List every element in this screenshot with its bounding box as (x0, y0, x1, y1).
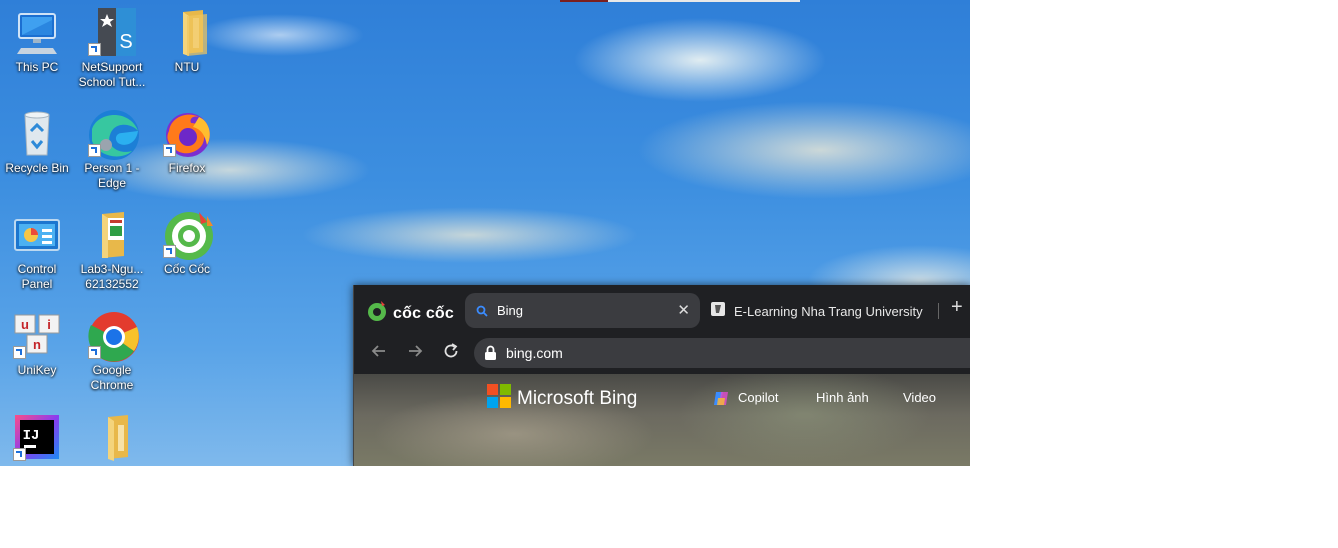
firefox-icon (163, 109, 211, 157)
svg-text:u: u (21, 317, 29, 332)
nav-copilot[interactable]: Copilot (738, 390, 778, 405)
desktop-icon-unikey[interactable]: u i n UniKey (1, 311, 73, 378)
search-icon (476, 304, 488, 322)
copilot-icon (713, 390, 730, 412)
recycle-bin-icon (13, 109, 61, 157)
desktop-icon-lab3[interactable]: Lab3-Ngu... 62132552 (76, 210, 148, 292)
coccoc-browser-window: cốc cốc Bing ✕ E-Learning Nha Trang Univ… (353, 285, 970, 466)
desktop-icon-coccoc[interactable]: Cốc Cốc (151, 210, 223, 277)
desktop-icon-label: UniKey (17, 363, 57, 377)
svg-text:i: i (47, 317, 51, 332)
desktop-icon-firefox[interactable]: Firefox (151, 109, 223, 176)
browser-brand[interactable]: cốc cốc (366, 300, 454, 327)
this-pc-icon (13, 8, 61, 56)
desktop-icon-label: Recycle Bin (5, 161, 69, 175)
shortcut-arrow-icon (13, 448, 26, 461)
microsoft-logo-icon (487, 384, 511, 413)
desktop-icon-edge[interactable]: Person 1 - Edge (76, 109, 148, 191)
coccoc-icon (163, 210, 213, 260)
desktop-icon-label: NetSupport School Tut... (78, 60, 146, 89)
address-bar[interactable]: bing.com (474, 338, 970, 368)
intellij-icon: IJ (13, 413, 61, 461)
tab-title: Bing (497, 303, 524, 318)
brand-wordmark: cốc cốc (393, 304, 454, 322)
shortcut-arrow-icon (88, 43, 101, 56)
svg-text:S: S (119, 31, 132, 53)
navigation-toolbar: bing.com (354, 333, 970, 373)
desktop-icon-folder[interactable] (76, 413, 148, 465)
unikey-icon: u i n (13, 311, 61, 359)
new-tab-button[interactable]: + (951, 296, 963, 319)
desktop-icon-label: Firefox (168, 161, 206, 175)
svg-text:IJ: IJ (23, 428, 40, 444)
netsupport-icon: S (88, 8, 136, 56)
desktop-icon-label: Person 1 - Edge (84, 161, 140, 190)
shortcut-arrow-icon (163, 144, 176, 157)
url-text: bing.com (506, 345, 563, 361)
tab-bing[interactable]: Bing ✕ (465, 293, 700, 328)
desktop-icon-intellij[interactable]: IJ (1, 413, 73, 465)
tab-strip: cốc cốc Bing ✕ E-Learning Nha Trang Univ… (354, 285, 970, 333)
desktop-icon-label: NTU (174, 60, 200, 74)
shortcut-arrow-icon (13, 346, 26, 359)
chrome-icon (88, 311, 139, 362)
control-panel-icon (13, 210, 61, 258)
bing-logo-text: Microsoft Bing (517, 387, 638, 409)
desktop-icon-label: Cốc Cốc (163, 262, 210, 276)
tab-elearning[interactable]: E-Learning Nha Trang University (710, 301, 923, 322)
desktop-icon-this-pc[interactable]: This PC (1, 8, 73, 75)
desktop-icon-label: Google Chrome (90, 363, 134, 392)
desktop-icon-label: Lab3-Ngu... 62132552 (80, 262, 144, 291)
close-tab-icon[interactable]: ✕ (677, 301, 690, 319)
folder-icon (163, 8, 211, 56)
svg-text:n: n (33, 337, 41, 352)
tab-title: E-Learning Nha Trang University (734, 304, 923, 319)
shortcut-arrow-icon (163, 245, 176, 258)
desktop-icon-label: This PC (15, 60, 59, 74)
bing-page: Microsoft Bing Copilot Hình ảnh Video (354, 374, 970, 466)
lock-icon (484, 345, 497, 366)
nav-video[interactable]: Video (903, 390, 936, 405)
shortcut-arrow-icon (88, 346, 101, 359)
desktop-icon-recycle-bin[interactable]: Recycle Bin (1, 109, 73, 176)
bing-logo[interactable]: Microsoft Bing (487, 384, 637, 413)
back-button[interactable] (370, 342, 388, 365)
document-folder-icon (88, 210, 136, 258)
desktop-icon-label: Control Panel (17, 262, 57, 291)
coccoc-logo-icon (366, 300, 388, 327)
desktop-icon-netsupport[interactable]: S NetSupport School Tut... (76, 8, 148, 90)
reload-button[interactable] (442, 342, 460, 365)
folder-icon (88, 413, 136, 461)
shortcut-arrow-icon (88, 144, 101, 157)
desktop-icon-ntu[interactable]: NTU (151, 8, 223, 75)
desktop-icon-control-panel[interactable]: Control Panel (1, 210, 73, 292)
nav-images[interactable]: Hình ảnh (816, 390, 869, 405)
edge-icon (88, 109, 139, 160)
ntu-favicon-icon (710, 301, 726, 322)
forward-button[interactable] (406, 342, 424, 365)
top-window-edge (560, 0, 800, 2)
tab-separator (938, 303, 939, 319)
desktop: This PC S NetSupport School Tut... NTU R… (0, 0, 970, 466)
desktop-icon-chrome[interactable]: Google Chrome (76, 311, 148, 393)
